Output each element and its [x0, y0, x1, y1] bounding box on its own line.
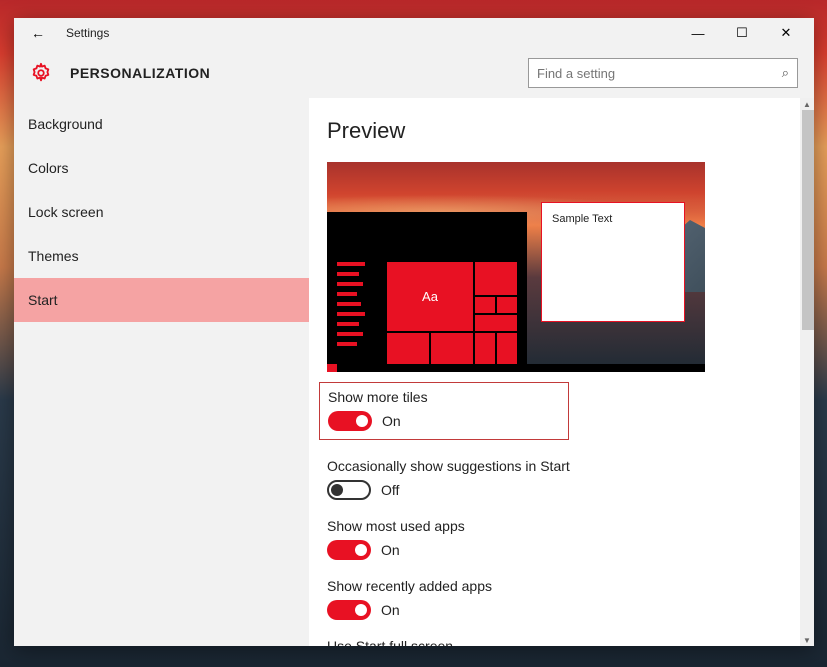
setting-label: Use Start full screen [327, 638, 796, 646]
sidebar-item-colors[interactable]: Colors [14, 146, 309, 190]
setting-label: Show most used apps [327, 518, 796, 534]
titlebar: ← Settings — ☐ ✕ [14, 18, 814, 48]
close-button[interactable]: ✕ [764, 19, 808, 47]
toggle-state: On [381, 542, 400, 558]
preview-tiles: Aa [387, 262, 517, 366]
search-icon: ⌕ [782, 65, 789, 81]
toggle-state: On [382, 413, 401, 429]
preview-tile-text: Aa [387, 262, 473, 331]
sidebar-item-themes[interactable]: Themes [14, 234, 309, 278]
toggle-show-more-tiles[interactable] [328, 411, 372, 431]
content: Preview Aa [309, 98, 814, 646]
scroll-up-icon[interactable]: ▲ [800, 98, 814, 110]
settings-window: ← Settings — ☐ ✕ PERSONALIZATION ⌕ Backg… [14, 18, 814, 646]
preview-start-panel: Aa [327, 212, 527, 372]
minimize-button[interactable]: — [676, 19, 720, 47]
page-title: PERSONALIZATION [70, 65, 210, 81]
scrollbar-thumb[interactable] [802, 110, 814, 330]
scrollbar[interactable]: ▲ ▼ [800, 98, 814, 646]
preview-pane: Aa Sample Text [327, 162, 705, 372]
preview-sample-text: Sample Text [552, 213, 612, 225]
setting-label: Show more tiles [328, 389, 560, 405]
maximize-button[interactable]: ☐ [720, 19, 764, 47]
toggle-state: Off [381, 482, 399, 498]
setting-recently-added: Show recently added apps On [327, 578, 796, 620]
preview-taskbar [327, 364, 705, 372]
toggle-suggestions[interactable] [327, 480, 371, 500]
window-title: Settings [66, 26, 109, 40]
back-button[interactable]: ← [24, 19, 52, 47]
setting-suggestions: Occasionally show suggestions in Start O… [327, 458, 796, 500]
toggle-most-used[interactable] [327, 540, 371, 560]
scroll-down-icon[interactable]: ▼ [800, 634, 814, 646]
body: Background Colors Lock screen Themes Sta… [14, 98, 814, 646]
gear-icon [30, 62, 52, 84]
search-box[interactable]: ⌕ [528, 58, 798, 88]
content-heading: Preview [327, 118, 796, 144]
setting-most-used: Show most used apps On [327, 518, 796, 560]
setting-label: Show recently added apps [327, 578, 796, 594]
toggle-recently-added[interactable] [327, 600, 371, 620]
setting-show-more-tiles: Show more tiles On [319, 382, 569, 440]
setting-label: Occasionally show suggestions in Start [327, 458, 796, 474]
setting-fullscreen: Use Start full screen [327, 638, 796, 646]
preview-sample-window: Sample Text [541, 202, 685, 322]
sidebar: Background Colors Lock screen Themes Sta… [14, 98, 309, 646]
sidebar-item-lock-screen[interactable]: Lock screen [14, 190, 309, 234]
sidebar-item-start[interactable]: Start [14, 278, 309, 322]
toggle-state: On [381, 602, 400, 618]
search-input[interactable] [537, 66, 782, 81]
header: PERSONALIZATION ⌕ [14, 48, 814, 98]
sidebar-item-background[interactable]: Background [14, 102, 309, 146]
